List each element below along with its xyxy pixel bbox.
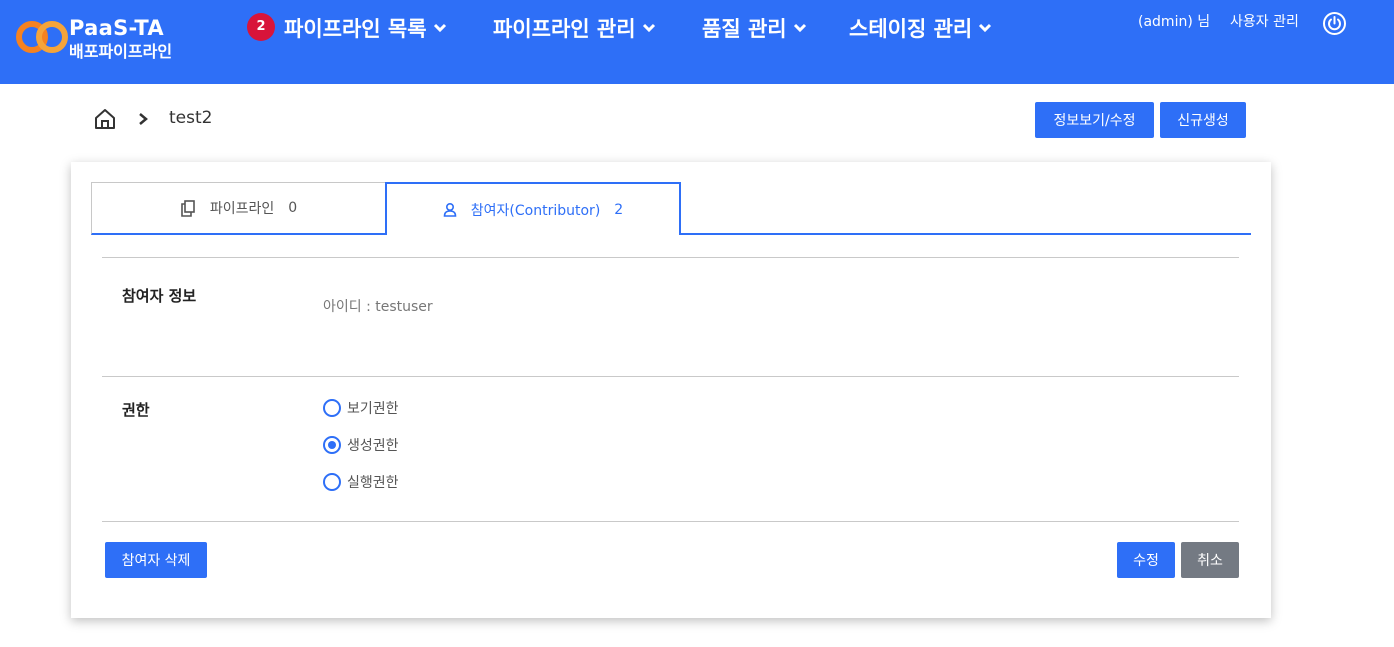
chevron-down-icon	[979, 23, 992, 33]
divider	[102, 376, 1239, 377]
tab-contributor-count: 2	[614, 201, 624, 218]
chevron-right-icon	[139, 113, 148, 125]
tab-pipeline[interactable]: 파이프라인 0	[91, 182, 386, 235]
radio-create-permission[interactable]: 생성권한	[323, 435, 399, 455]
user-icon	[443, 202, 457, 217]
logo[interactable]: PaaS-TA 배포파이프라인	[16, 16, 196, 62]
radio-circle[interactable]	[323, 473, 341, 491]
radio-circle[interactable]	[323, 399, 341, 417]
nav-quality-manage-label: 품질 관리	[702, 17, 787, 41]
user-label: (admin) 님	[1138, 14, 1211, 30]
nav-staging-manage[interactable]: 스테이징 관리	[849, 12, 992, 44]
tab-pipeline-label: 파이프라인	[209, 201, 275, 217]
top-header: PaaS-TA 배포파이프라인 2 파이프라인 목록 파이프라인 관리 품질 관…	[0, 0, 1394, 84]
nav-quality-manage[interactable]: 품질 관리	[702, 12, 807, 44]
tab-contributor-label: 참여자(Contributor)	[470, 202, 601, 219]
breadcrumb-current: test2	[169, 108, 213, 128]
nav-pipeline-manage[interactable]: 파이프라인 관리	[493, 12, 656, 44]
cancel-button[interactable]: 취소	[1181, 542, 1239, 578]
power-icon[interactable]	[1322, 11, 1347, 36]
chevron-down-icon	[642, 23, 655, 33]
tab-underline	[679, 233, 1251, 235]
radio-view-permission[interactable]: 보기권한	[323, 398, 399, 418]
radio-create-permission-label: 생성권한	[347, 438, 399, 454]
chevron-down-icon	[793, 23, 806, 33]
notification-badge[interactable]: 2	[247, 13, 275, 41]
nav-pipeline-manage-label: 파이프라인 관리	[493, 17, 636, 41]
radio-circle-checked[interactable]	[323, 436, 341, 454]
logo-title: PaaS-TA	[69, 16, 164, 40]
radio-execute-permission-label: 실행권한	[347, 475, 399, 491]
nav-pipeline-list[interactable]: 파이프라인 목록	[284, 12, 447, 44]
home-icon[interactable]	[94, 108, 116, 130]
nav-staging-manage-label: 스테이징 관리	[849, 17, 973, 41]
radio-view-permission-label: 보기권한	[347, 401, 399, 417]
divider	[102, 521, 1239, 522]
copy-icon	[181, 199, 195, 217]
permission-title: 권한	[122, 401, 150, 419]
contributor-card: 파이프라인 0 참여자(Contributor) 2 참여자 정보 아이디 : …	[71, 162, 1271, 618]
logo-subtitle: 배포파이프라인	[69, 42, 173, 61]
tab-pipeline-count: 0	[288, 200, 298, 216]
edit-button[interactable]: 수정	[1117, 542, 1175, 578]
contributor-info-title: 참여자 정보	[122, 287, 197, 305]
chevron-down-icon	[433, 23, 446, 33]
tab-contributor[interactable]: 참여자(Contributor) 2	[385, 182, 681, 235]
logo-rings-icon	[16, 21, 68, 53]
radio-execute-permission[interactable]: 실행권한	[323, 472, 399, 492]
contributor-id: 아이디 : testuser	[323, 299, 433, 315]
info-edit-button[interactable]: 정보보기/수정	[1035, 102, 1154, 138]
user-management-link[interactable]: 사용자 관리	[1230, 11, 1299, 31]
divider	[102, 257, 1239, 258]
delete-contributor-button[interactable]: 참여자 삭제	[105, 542, 207, 578]
nav-pipeline-list-label: 파이프라인 목록	[284, 17, 427, 41]
new-create-button[interactable]: 신규생성	[1160, 102, 1246, 138]
